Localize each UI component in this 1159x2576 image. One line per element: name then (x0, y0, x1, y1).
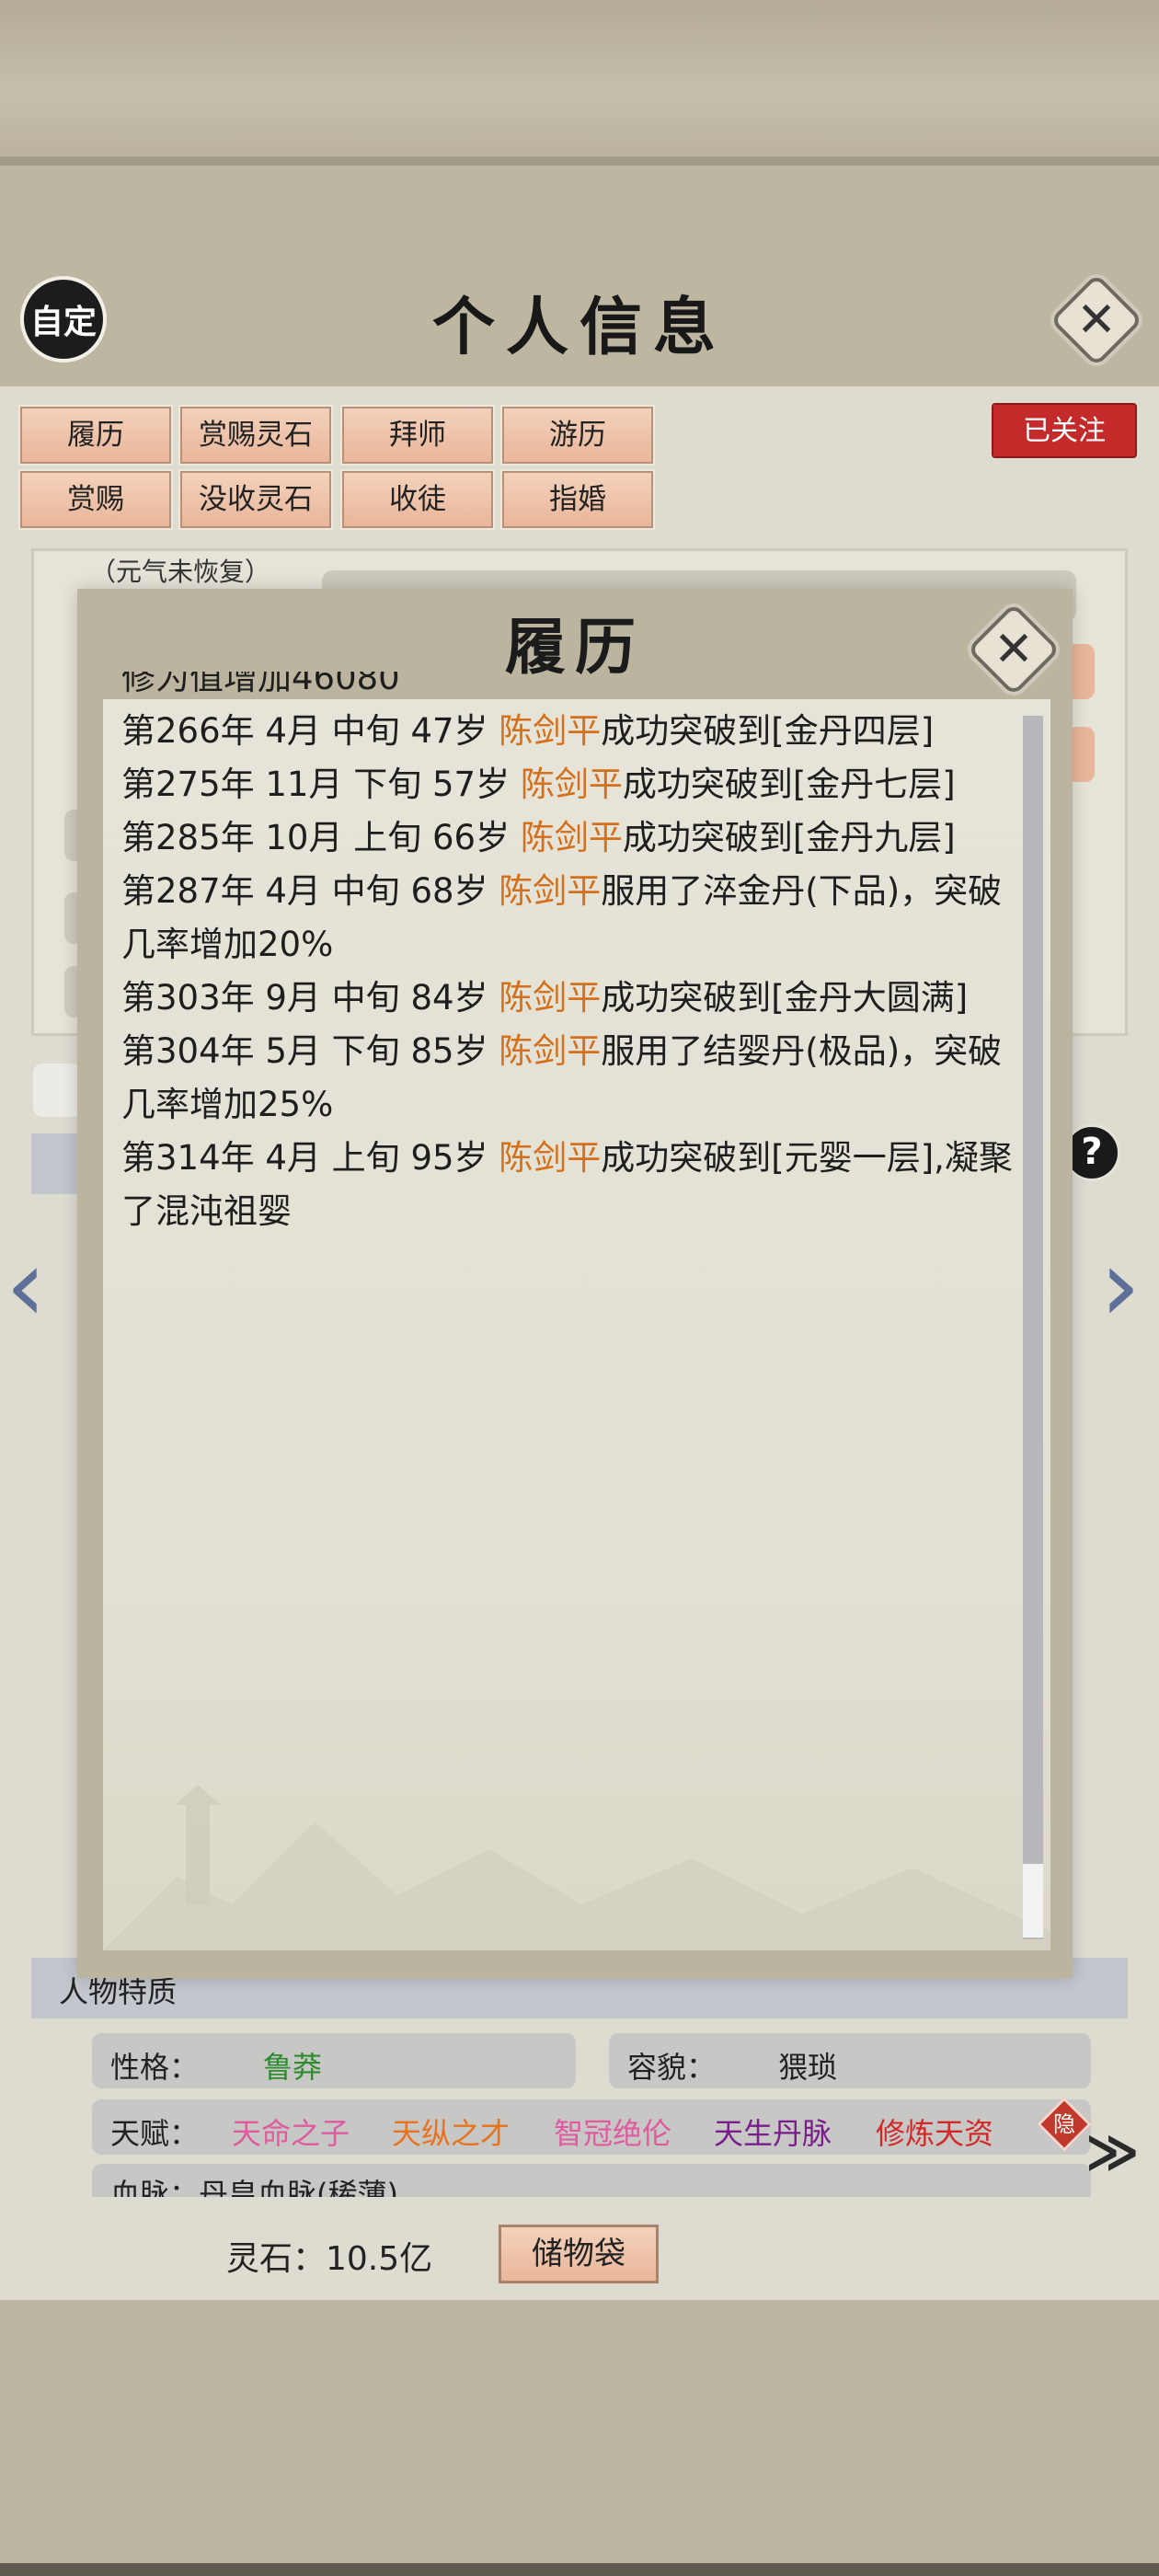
log-entry: 第275年 11月 下旬 57岁 陈剑平成功突破到[金丹七层] (121, 765, 956, 804)
log-entry-partial: 修为值增加46080 (121, 672, 400, 697)
talent-item[interactable]: 天纵之才 (392, 2110, 510, 2153)
prev-character-arrow[interactable]: ‹ (6, 1235, 46, 1336)
personality-label: 性格： (110, 2050, 200, 2085)
tab-arrange-marriage[interactable]: 指婚 (500, 469, 655, 530)
followed-button[interactable]: 已关注 (992, 403, 1137, 458)
vitality-status: （元气未恢复） (90, 557, 271, 587)
log-entry: 第303年 9月 中旬 84岁 陈剑平成功突破到[金丹大圆满] (121, 978, 969, 1018)
talent-row: 天赋： 天命之子 天纵之才 智冠绝伦 天生丹脉 修炼天资 (92, 2099, 1091, 2155)
storage-bag-button[interactable]: 储物袋 (499, 2225, 659, 2283)
tab-reward[interactable]: 赏赐 (18, 469, 173, 530)
talent-item[interactable]: 修炼天资 (876, 2110, 993, 2153)
history-scrollbar[interactable] (1023, 716, 1043, 1939)
tab-take-disciple[interactable]: 收徒 (340, 469, 495, 530)
spirit-stone-count: 灵石：10.5亿 (226, 2240, 433, 2278)
ink-mountains-decoration (103, 1785, 1050, 1950)
log-entry: 第266年 4月 中旬 47岁 陈剑平成功突破到[金丹四层] (121, 711, 935, 751)
section-tab[interactable] (33, 1064, 81, 1117)
talent-item[interactable]: 天生丹脉 (714, 2110, 832, 2153)
personality-row: 性格： 鲁莽 (92, 2033, 576, 2088)
log-entry: 第287年 4月 中旬 68岁 陈剑平服用了淬金丹(下品)，突破几率增加20% (121, 871, 1003, 964)
tab-apprentice-to[interactable]: 拜师 (340, 405, 495, 466)
tab-reward-stones[interactable]: 赏赐灵石 (178, 405, 333, 466)
tab-history[interactable]: 履历 (18, 405, 173, 466)
talent-item[interactable]: 天命之子 (232, 2110, 350, 2153)
history-log: 修为值增加46080 第266年 4月 中旬 47岁 陈剑平成功突破到[金丹四层… (121, 672, 1014, 1238)
appearance-label: 容貌： (627, 2050, 717, 2085)
top-cloud-banner (0, 0, 1159, 166)
close-icon: ✕ (993, 622, 1034, 677)
talent-label: 天赋： (110, 2116, 200, 2151)
log-entry: 第304年 5月 下旬 85岁 陈剑平服用了结婴丹(极品)，突破几率增加25% (121, 1031, 1003, 1124)
tab-travel[interactable]: 游历 (500, 405, 655, 466)
close-icon: ✕ (1076, 293, 1117, 348)
section-header (31, 1133, 79, 1194)
appearance-value: 猥琐 (778, 2050, 838, 2085)
hide-badge-label: 隐 (1053, 2111, 1075, 2137)
personality-value: 鲁莽 (263, 2050, 323, 2085)
next-character-arrow[interactable]: › (1100, 1235, 1141, 1336)
log-entry: 第314年 4月 上旬 95岁 陈剑平成功突破到[元婴一层],凝聚了混沌祖婴 (121, 1138, 1013, 1231)
page-title: 个人信息 (431, 291, 727, 364)
custom-button[interactable]: 自定 (20, 276, 107, 362)
talent-item[interactable]: 智冠绝伦 (554, 2110, 671, 2153)
bloodline-value: 血脉：丹皇血脉(稀薄) (110, 2177, 398, 2197)
tab-confiscate-stones[interactable]: 没收灵石 (178, 469, 333, 530)
appearance-row: 容貌： 猥琐 (609, 2033, 1091, 2088)
bottom-banner (0, 2300, 1159, 2576)
bloodline-row: 血脉：丹皇血脉(稀薄) (92, 2164, 1091, 2197)
expand-more-icon[interactable]: ≫ (1085, 2127, 1140, 2179)
log-entry: 第285年 10月 上旬 66岁 陈剑平成功突破到[金丹九层] (121, 818, 956, 857)
history-scrollbar-thumb[interactable] (1023, 1864, 1043, 1938)
